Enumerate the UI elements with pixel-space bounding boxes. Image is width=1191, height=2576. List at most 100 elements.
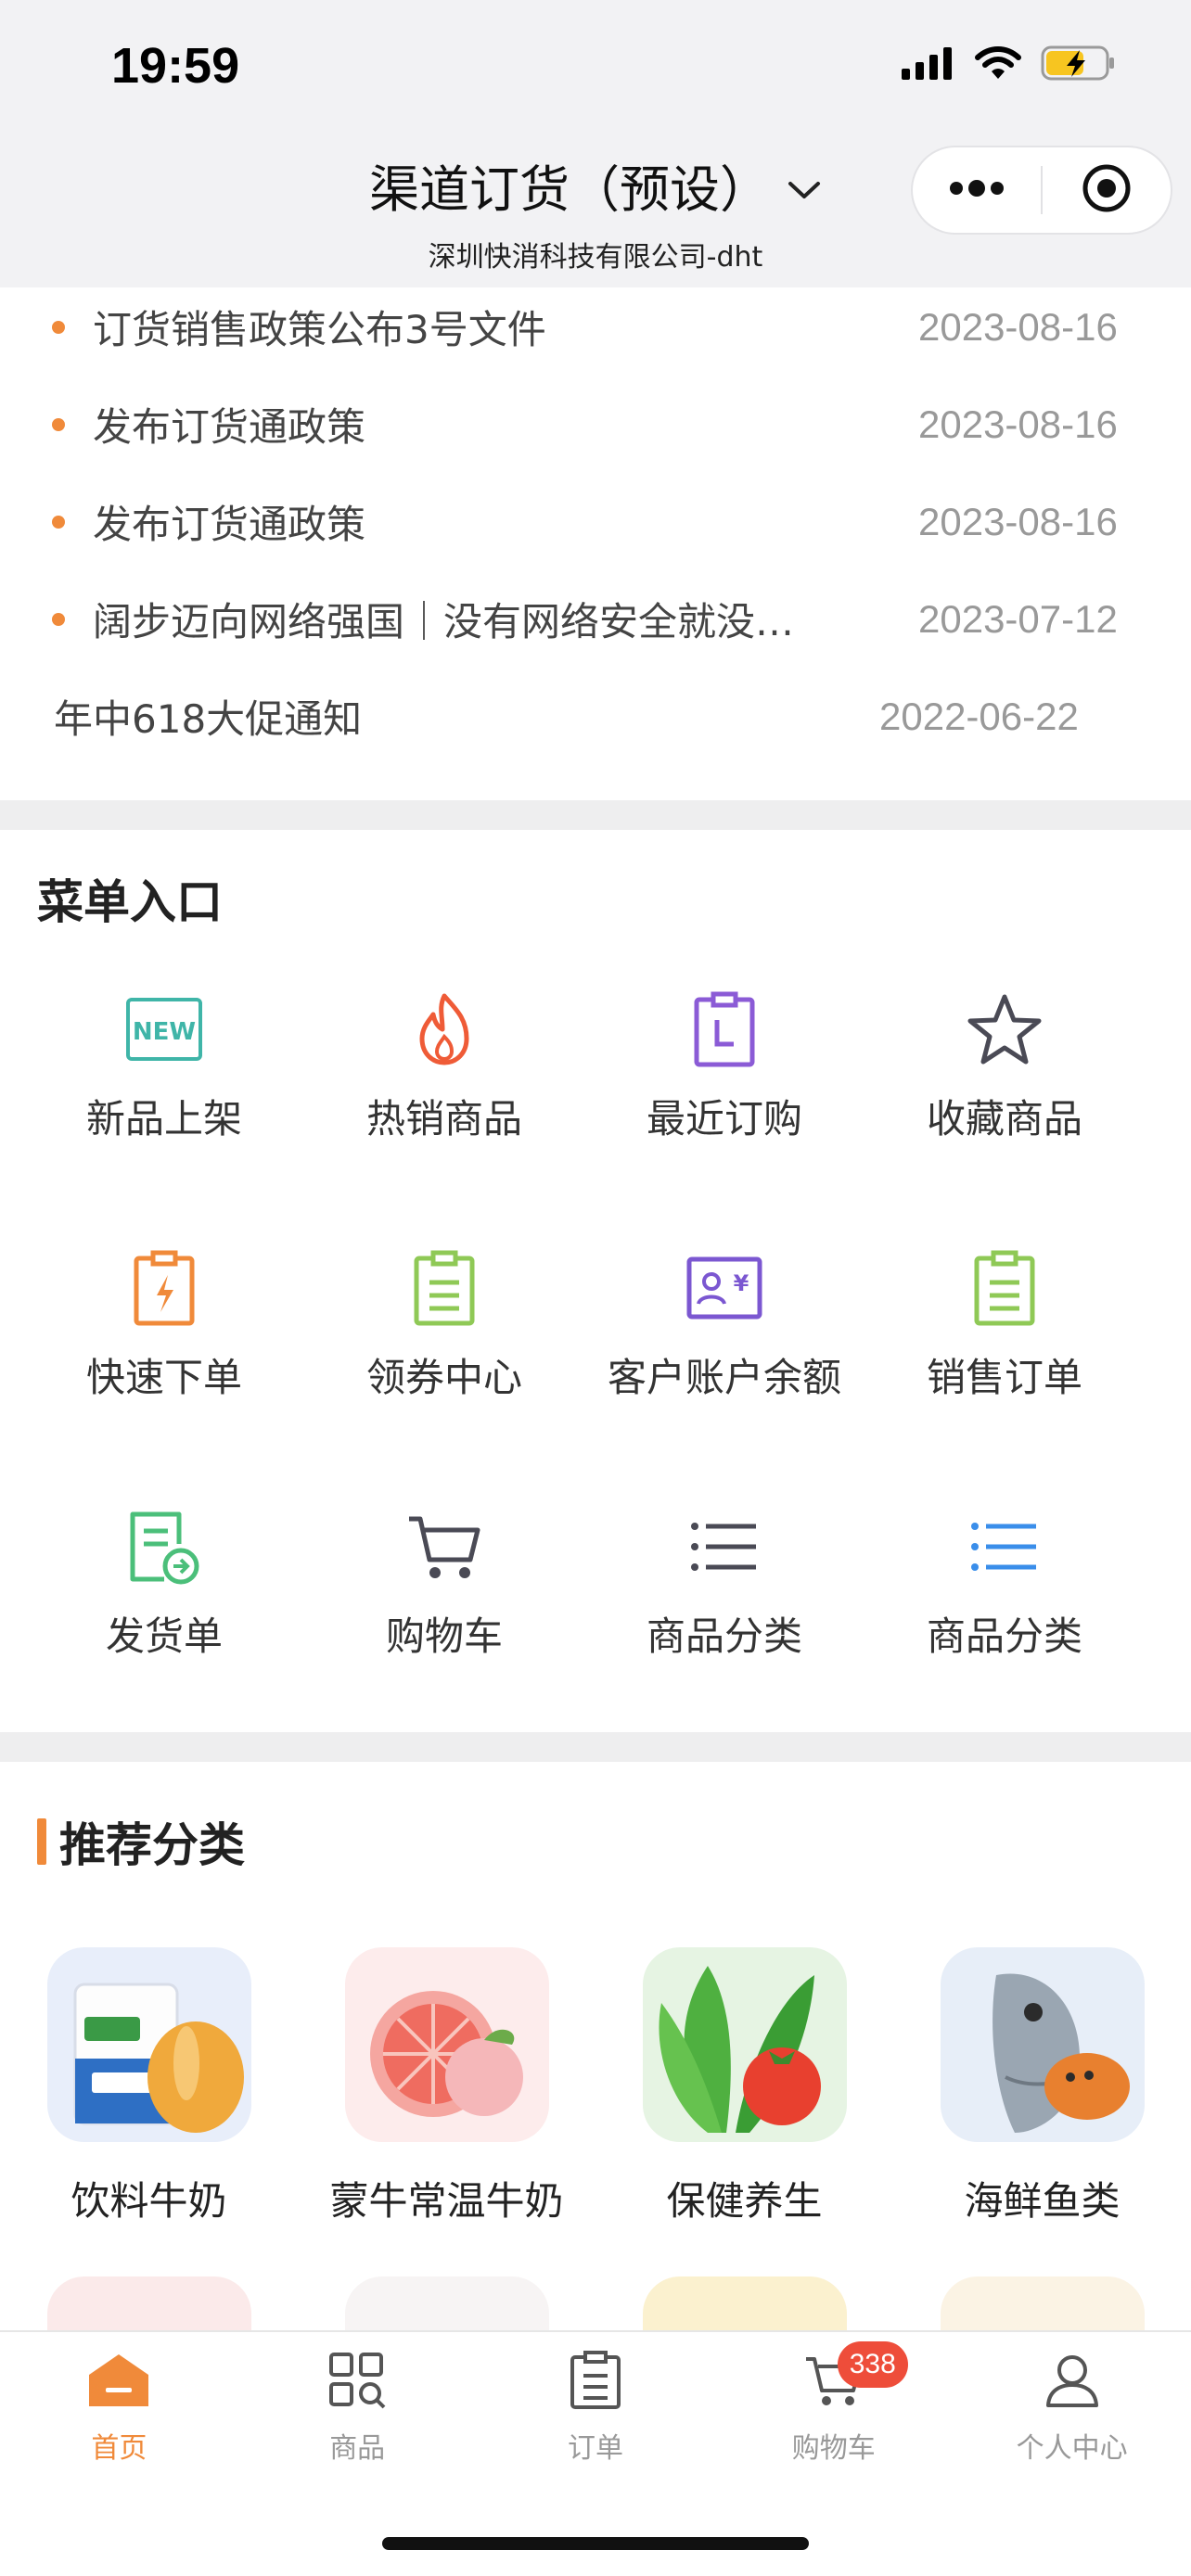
notice-row[interactable]: 订货销售政策公布3号文件 2023-08-16 — [0, 278, 1191, 376]
menu-item-label: 客户账户余额 — [607, 1355, 841, 1400]
person-icon — [1037, 2345, 1108, 2416]
coupon-clipboard-icon — [403, 1246, 486, 1330]
menu-item-shopping-cart[interactable]: 购物车 — [304, 1505, 584, 1764]
tab-products[interactable]: 商品 — [238, 2332, 477, 2490]
tab-label: 个人中心 — [1016, 2432, 1128, 2465]
tab-home[interactable]: 首页 — [0, 2332, 238, 2490]
menu-item-label: 热销商品 — [365, 1096, 522, 1141]
recommend-title-text: 推荐分类 — [59, 1818, 245, 1872]
delivery-note-icon — [122, 1505, 206, 1588]
menu-item-label: 商品分类 — [646, 1613, 802, 1659]
target-circle-icon — [1081, 162, 1133, 218]
section-divider — [0, 1732, 1191, 1762]
menu-item-category[interactable]: 商品分类 — [864, 1505, 1145, 1764]
status-time: 19:59 — [111, 38, 240, 94]
category-label: 保健养生 — [666, 2178, 823, 2224]
lightning-clipboard-icon — [122, 1246, 206, 1330]
status-icons — [900, 45, 1117, 85]
notice-date: 2023-08-16 — [918, 304, 1118, 349]
home-icon — [83, 2345, 154, 2416]
menu-item-label: 领券中心 — [365, 1355, 522, 1400]
star-icon — [963, 988, 1046, 1071]
order-icon — [560, 2345, 631, 2416]
tab-label: 首页 — [91, 2432, 147, 2465]
title-accent-bar — [37, 1818, 46, 1865]
menu-item-sales-orders[interactable]: 销售订单 — [864, 1246, 1145, 1505]
battery-charging-icon — [1041, 45, 1117, 85]
recommend-section-title: 推荐分类 — [37, 1808, 245, 1875]
menu-item-label: 最近订购 — [646, 1096, 802, 1141]
notice-row[interactable]: 阔步迈向网络强国｜没有网络安全就没… 2023-07-12 — [0, 570, 1191, 668]
menu-grid: NEW 新品上架 热销商品 最近订购 收藏商品 快速下单 领券中心 ¥ 客户账户… — [0, 988, 1191, 1764]
menu-item-quick-order[interactable]: 快速下单 — [24, 1246, 304, 1505]
menu-item-favorites[interactable]: 收藏商品 — [864, 988, 1145, 1246]
bullet-dot — [52, 320, 65, 334]
category-item[interactable]: 海鲜鱼类 — [893, 1947, 1191, 2226]
tab-label: 订单 — [567, 2432, 623, 2465]
milk-bread-image — [46, 1947, 251, 2142]
category-thumb-peek — [940, 2276, 1145, 2332]
menu-item-coupon-center[interactable]: 领券中心 — [304, 1246, 584, 1505]
menu-item-recent-orders[interactable]: 最近订购 — [584, 988, 864, 1246]
bullet-dot — [52, 417, 65, 431]
vegetable-tomato-image — [642, 1947, 847, 2142]
category-item[interactable]: 蒙牛常温牛奶 — [298, 1947, 596, 2226]
notice-title: 阔步迈向网络强国｜没有网络安全就没… — [93, 599, 795, 644]
category-thumb-peek — [642, 2276, 847, 2332]
tab-orders[interactable]: 订单 — [477, 2332, 715, 2490]
category-label: 饮料牛奶 — [70, 2178, 227, 2224]
fish-crab-image — [940, 1947, 1145, 2142]
new-badge-icon: NEW — [122, 988, 206, 1071]
account-balance-icon: ¥ — [683, 1246, 766, 1330]
home-indicator — [382, 2537, 809, 2550]
sales-order-icon — [963, 1246, 1046, 1330]
category-label: 海鲜鱼类 — [964, 2178, 1121, 2224]
category-item[interactable]: 保健养生 — [596, 1947, 893, 2226]
more-button[interactable] — [913, 147, 1041, 233]
bullet-dot — [52, 612, 65, 626]
menu-item-hot-sales[interactable]: 热销商品 — [304, 988, 584, 1246]
menu-section: 菜单入口 NEW 新品上架 热销商品 最近订购 收藏商品 快速下单 领券中心 ¥… — [0, 830, 1191, 1659]
store-selector[interactable]: 渠道订货（预设） — [369, 148, 822, 222]
grapefruit-peach-image — [344, 1947, 549, 2142]
fire-icon — [403, 988, 486, 1071]
recommend-next-row — [0, 2276, 1191, 2332]
menu-item-label: 发货单 — [105, 1613, 223, 1659]
grid-search-icon — [322, 2345, 392, 2416]
more-dots-icon — [948, 179, 1005, 201]
tab-profile[interactable]: 个人中心 — [953, 2332, 1191, 2490]
notice-date: 2022-06-22 — [879, 694, 1079, 738]
close-miniprogram-button[interactable] — [1043, 147, 1171, 233]
notice-date: 2023-07-12 — [918, 596, 1118, 641]
wifi-icon — [974, 45, 1022, 84]
miniprogram-capsule — [911, 146, 1172, 235]
recommend-grid: 饮料牛奶 蒙牛常温牛奶 保健养生 海鲜鱼类 — [0, 1947, 1191, 2226]
signal-icon — [900, 46, 955, 83]
menu-item-category[interactable]: 商品分类 — [584, 1505, 864, 1764]
menu-item-label: 新品上架 — [85, 1096, 242, 1141]
notice-date: 2023-08-16 — [918, 402, 1118, 446]
tab-label: 商品 — [329, 2432, 386, 2465]
chevron-down-icon — [787, 156, 822, 214]
recent-clipboard-icon — [683, 988, 766, 1071]
menu-item-label: 商品分类 — [926, 1613, 1082, 1659]
tab-cart[interactable]: 338 购物车 — [714, 2332, 953, 2490]
menu-item-new-arrivals[interactable]: NEW 新品上架 — [24, 988, 304, 1246]
svg-text:NEW: NEW — [133, 1018, 196, 1046]
category-item[interactable]: 饮料牛奶 — [0, 1947, 298, 2226]
menu-item-label: 快速下单 — [85, 1355, 242, 1400]
notice-row[interactable]: 年中618大促通知 2022-06-22 — [0, 668, 1191, 765]
menu-item-account-balance[interactable]: ¥ 客户账户余额 — [584, 1246, 864, 1505]
svg-text:¥: ¥ — [734, 1270, 749, 1296]
notice-row[interactable]: 发布订货通政策 2023-08-16 — [0, 473, 1191, 570]
menu-item-delivery-note[interactable]: 发货单 — [24, 1505, 304, 1764]
notice-title: 订货销售政策公布3号文件 — [93, 307, 546, 352]
category-thumb-peek — [344, 2276, 549, 2332]
bullet-dot — [52, 515, 65, 529]
notice-row[interactable]: 发布订货通政策 2023-08-16 — [0, 376, 1191, 473]
category-thumb-peek — [46, 2276, 251, 2332]
menu-section-title: 菜单入口 — [37, 875, 223, 929]
notice-title: 发布订货通政策 — [93, 502, 366, 547]
cart-icon — [403, 1505, 486, 1588]
company-name: 深圳快消科技有限公司-dht — [428, 241, 763, 274]
